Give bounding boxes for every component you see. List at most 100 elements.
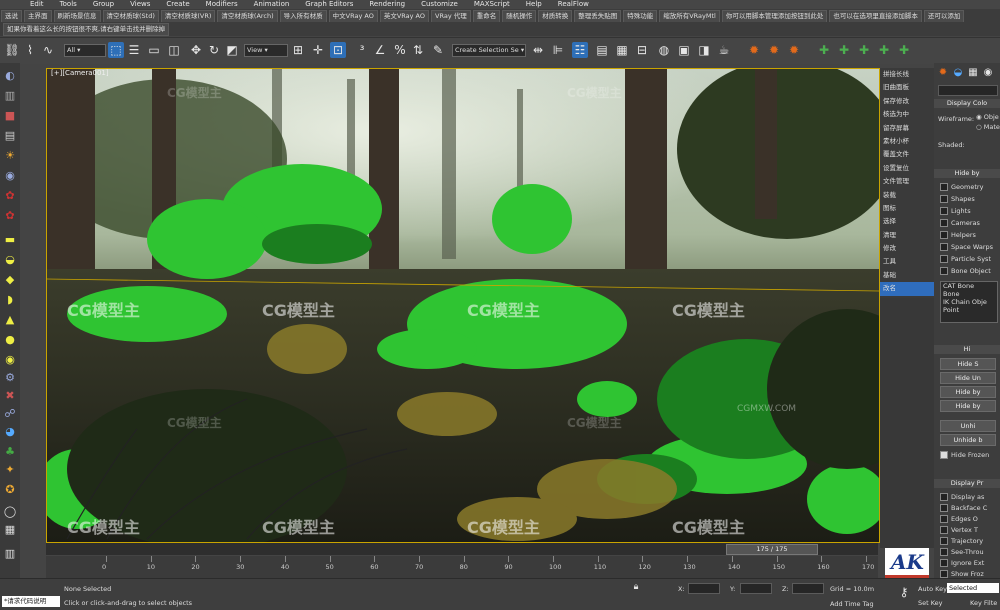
camera-viewport[interactable]: [+][Camera001] CG模型主 CG模型主 CG模型主 CG模型主 C… — [46, 68, 880, 543]
tool-icon-17[interactable]: ✖ — [3, 389, 17, 403]
script-shortcut-item[interactable]: 素材小杯 — [880, 135, 934, 148]
menu-maxscript[interactable]: MAXScript — [466, 0, 518, 9]
category-bone-objects[interactable]: Bone Object — [940, 267, 991, 275]
hide-by-hit-button[interactable]: Hide by — [940, 400, 996, 412]
menu-modifiers[interactable]: Modifiers — [198, 0, 246, 9]
plugin-button[interactable]: 还可以添加 — [923, 10, 965, 22]
tool-icon-3[interactable]: ■ — [3, 109, 17, 123]
tool-icon-2[interactable]: ▥ — [3, 89, 17, 103]
display-prop[interactable]: Display as — [940, 493, 984, 501]
script-shortcut-item[interactable]: 设置复位 — [880, 162, 934, 175]
motion-tab-icon[interactable]: ◉ — [981, 65, 995, 79]
modify-tab-icon[interactable]: ◒ — [951, 65, 965, 79]
tool-icon-4[interactable]: ▤ — [3, 129, 17, 143]
display-prop[interactable]: Edges O — [940, 515, 978, 523]
menu-help[interactable]: Help — [518, 0, 550, 9]
category-lights[interactable]: Lights — [940, 207, 971, 215]
plugin-button[interactable]: 缩放所有VRayMtl — [659, 10, 720, 22]
window-crossing-icon[interactable]: ◫ — [166, 42, 182, 58]
category-helpers[interactable]: Helpers — [940, 231, 976, 239]
script-shortcut-item[interactable]: 图标 — [880, 202, 934, 215]
category-list[interactable]: CAT Bone Bone IK Chain Obje Point — [940, 281, 998, 323]
pivot-center-icon[interactable]: ⊞ — [290, 42, 306, 58]
plugin-button[interactable]: 特殊功能 — [623, 10, 658, 22]
list-item[interactable]: IK Chain Obje — [941, 298, 997, 306]
tool-icon-18[interactable]: ☍ — [3, 407, 17, 421]
z-coordinate-field[interactable] — [792, 583, 824, 594]
hide-unselected-button[interactable]: Hide Un — [940, 372, 996, 384]
rollout-display-properties[interactable]: Display Pr — [934, 479, 1000, 488]
plugin-button[interactable]: 选说 — [1, 10, 22, 22]
list-item[interactable]: Bone — [941, 290, 997, 298]
edit-named-selection-icon[interactable]: ✎ — [430, 42, 446, 58]
x-coordinate-field[interactable] — [688, 583, 720, 594]
display-prop[interactable]: Vertex T — [940, 526, 978, 534]
tool-icon-14[interactable]: ● — [3, 333, 17, 347]
script-shortcut-item[interactable]: 装载 — [880, 189, 934, 202]
unhide-all-button[interactable]: Unhi — [940, 420, 996, 432]
percent-snap-icon[interactable]: % — [392, 42, 408, 58]
reference-coordinate-dropdown[interactable]: View ▾ — [244, 44, 288, 57]
tool-icon-5[interactable]: ☀ — [3, 149, 17, 163]
script-shortcut-item[interactable]: 工具 — [880, 255, 934, 268]
plugin-button[interactable]: 导入所有材质 — [279, 10, 327, 22]
script-shortcut-item[interactable]: 基础 — [880, 269, 934, 282]
menu-graph-editors[interactable]: Graph Editors — [297, 0, 361, 9]
menu-views[interactable]: Views — [122, 0, 158, 9]
selection-filter-dropdown[interactable]: All ▾ — [64, 44, 106, 57]
list-item[interactable]: CAT Bone — [941, 282, 997, 290]
display-prop[interactable]: Backface C — [940, 504, 987, 512]
plugin-tool-icon-4[interactable]: ✚ — [876, 42, 892, 58]
plugin-button[interactable]: 清空材质球(Arch) — [217, 10, 278, 22]
snaps-toggle-icon[interactable]: ³ — [354, 42, 370, 58]
unhide-by-name-button[interactable]: Unhide b — [940, 434, 996, 446]
render-production-icon[interactable]: ☕ — [716, 42, 732, 58]
tool-icon-16[interactable]: ⚙ — [3, 371, 17, 385]
tool-icon-19[interactable]: ◕ — [3, 425, 17, 439]
graphite-ribbon-icon[interactable]: ▤ — [594, 42, 610, 58]
script-shortcut-item[interactable]: 拼接长线 — [880, 68, 934, 81]
script-shortcut-item[interactable]: 改名 — [880, 282, 934, 296]
select-and-move-icon[interactable]: ✥ — [188, 42, 204, 58]
menu-create[interactable]: Create — [158, 0, 197, 9]
tool-icon-23[interactable]: ◯ — [3, 505, 17, 519]
rollout-display-color[interactable]: Display Colo — [934, 99, 1000, 108]
list-item[interactable]: Point — [941, 306, 997, 314]
menu-rendering[interactable]: Rendering — [361, 0, 413, 9]
vray-frame-buffer-icon[interactable]: ✹ — [786, 42, 802, 58]
tool-icon-20[interactable]: ♣ — [3, 445, 17, 459]
key-selection-dropdown[interactable]: Selected — [947, 583, 999, 593]
menu-tools[interactable]: Tools — [52, 0, 85, 9]
plugin-button[interactable]: 也可以在选项里直接添加脚本 — [829, 10, 922, 22]
lock-selection-icon[interactable]: 🔒︎ — [630, 581, 642, 593]
tool-icon-24[interactable]: ▦ — [3, 523, 17, 537]
key-icon[interactable]: ⚷ — [895, 583, 913, 601]
plugin-tool-icon-2[interactable]: ✚ — [836, 42, 852, 58]
plugin-button[interactable]: 清空材质球(VR) — [160, 10, 216, 22]
rectangular-selection-icon[interactable]: ▭ — [146, 42, 162, 58]
menu-group[interactable]: Group — [85, 0, 122, 9]
tool-icon-9[interactable]: ▬ — [3, 233, 17, 247]
time-slider[interactable]: 175 / 175 — [46, 543, 878, 555]
viewport-label[interactable]: [+][Camera001] — [51, 69, 109, 77]
rendered-frame-window-icon[interactable]: ◨ — [696, 42, 712, 58]
tool-icon-1[interactable]: ◐ — [3, 69, 17, 83]
maxscript-listener-field[interactable]: *请求代码说明 — [2, 596, 60, 607]
menu-realflow[interactable]: RealFlow — [550, 0, 597, 9]
menu-edit[interactable]: Edit — [0, 0, 52, 9]
script-shortcut-item[interactable]: 旧曲面板 — [880, 81, 934, 94]
name-field[interactable] — [938, 85, 998, 96]
tool-icon-21[interactable]: ✦ — [3, 463, 17, 477]
display-prop[interactable]: Trajectory — [940, 537, 983, 545]
select-object-icon[interactable]: ⬚ — [108, 42, 124, 58]
script-shortcut-item[interactable]: 留存屏幕 — [880, 122, 934, 135]
plugin-button[interactable]: 重命名 — [472, 10, 501, 22]
script-shortcut-item[interactable]: 核选为中 — [880, 108, 934, 121]
plugin-tool-icon-5[interactable]: ✚ — [896, 42, 912, 58]
script-shortcut-item[interactable]: 修改 — [880, 242, 934, 255]
rollout-hide-by-category[interactable]: Hide by — [934, 169, 1000, 178]
script-shortcut-item[interactable]: 选择 — [880, 215, 934, 228]
category-space-warps[interactable]: Space Warps — [940, 243, 993, 251]
link-icon[interactable]: ⛓ — [4, 42, 20, 58]
named-selection-set-dropdown[interactable]: Create Selection Se ▾ — [452, 44, 526, 57]
